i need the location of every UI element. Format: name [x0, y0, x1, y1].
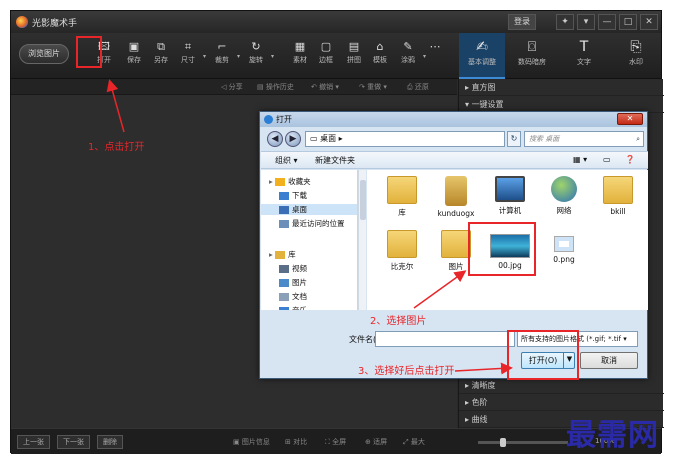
site-watermark: 最需网	[566, 418, 659, 453]
arrow-step1	[106, 79, 125, 133]
step3-annotation: 3、选择好后点击打开	[358, 366, 455, 377]
annotation-arrows	[106, 79, 513, 375]
step1-annotation: 1、点击打开	[88, 142, 145, 153]
arrow-step2	[413, 270, 467, 309]
arrow-step3	[454, 362, 513, 375]
step2-annotation: 2、选择图片	[370, 316, 427, 327]
